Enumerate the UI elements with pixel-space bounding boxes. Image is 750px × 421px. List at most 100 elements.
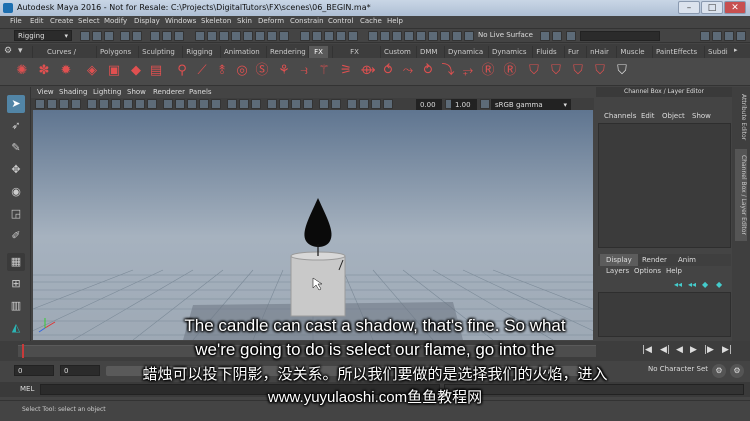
motion-blur-icon[interactable] (291, 99, 301, 109)
shelf-tab-fur[interactable]: Fur (564, 46, 582, 58)
nconstraint-icon[interactable]: ⤳ (400, 63, 416, 79)
sidebar-toggle-icon[interactable] (724, 31, 734, 41)
menu-skeleton[interactable]: Skeleton (201, 17, 231, 25)
attribute-editor-tab[interactable]: Attribute Editor (735, 93, 747, 141)
input-field-icon[interactable] (566, 31, 576, 41)
save-scene-icon[interactable] (104, 31, 114, 41)
grid-toggle-icon[interactable] (87, 99, 97, 109)
gear-icon[interactable]: ⚙ (4, 46, 14, 56)
shelf-tab-dmm[interactable]: DMM (416, 46, 440, 58)
air-field-icon[interactable]: ⚲ (174, 63, 190, 79)
fluid-emitter-icon[interactable]: ▣ (106, 63, 122, 79)
panel-menu-panels[interactable]: Panels (189, 88, 212, 96)
isolate-select-icon[interactable] (227, 99, 237, 109)
nparticle-icon[interactable]: ⟴ (360, 63, 376, 79)
depth-of-field-icon[interactable] (319, 99, 329, 109)
shelf-tab-fx[interactable]: FX (308, 46, 328, 58)
ipr-icon[interactable] (392, 31, 402, 41)
film-gate-icon[interactable] (99, 99, 109, 109)
menu-deform[interactable]: Deform (258, 17, 284, 25)
shelf-tab-polygons[interactable]: Polygons (96, 46, 132, 58)
sidebar-toggle-icon[interactable] (700, 31, 710, 41)
camera-icon[interactable] (452, 31, 462, 41)
scale-tool-icon[interactable]: ◲ (7, 205, 25, 223)
channel-box-menu-object[interactable]: Object (662, 112, 685, 120)
shelf-tab-animation[interactable]: Animation (220, 46, 262, 58)
menu-modify[interactable]: Modify (104, 17, 127, 25)
resolution-gate-icon[interactable] (111, 99, 121, 109)
exposure-icon[interactable] (383, 99, 393, 109)
layer-menu-layers[interactable]: Layers (606, 267, 629, 275)
candle-flame[interactable] (304, 198, 332, 247)
mask-icon[interactable] (195, 31, 205, 41)
render-settings-icon[interactable] (404, 31, 414, 41)
channel-box-body[interactable] (598, 123, 731, 248)
display-icon[interactable] (331, 99, 341, 109)
mask-icon[interactable] (231, 31, 241, 41)
vortex-field-icon[interactable]: ⚚ (316, 63, 332, 79)
move-layer-down-icon[interactable]: ◂◂ (688, 280, 696, 289)
frame-icon[interactable] (371, 99, 381, 109)
maximize-button[interactable]: □ (701, 1, 723, 14)
pond-icon[interactable]: ▤ (148, 63, 164, 79)
rotate-tool-icon[interactable]: ◉ (7, 183, 25, 201)
symmetry-icon[interactable] (540, 31, 550, 41)
open-scene-icon[interactable] (92, 31, 102, 41)
select-object-icon[interactable] (162, 31, 172, 41)
new-scene-icon[interactable] (80, 31, 90, 41)
menu-cache[interactable]: Cache (360, 17, 382, 25)
camera-select-icon[interactable] (35, 99, 45, 109)
menu-windows[interactable]: Windows (165, 17, 196, 25)
lights-icon[interactable] (211, 99, 221, 109)
newton-field-icon[interactable]: ◎ (234, 63, 250, 79)
hud-icon[interactable] (347, 99, 357, 109)
mask-icon[interactable] (267, 31, 277, 41)
menu-display[interactable]: Display (134, 17, 160, 25)
image-plane-icon[interactable] (71, 99, 81, 109)
redo-icon[interactable] (132, 31, 142, 41)
channel-box-menu-channels[interactable]: Channels (604, 112, 636, 120)
render-setup-icon[interactable] (428, 31, 438, 41)
snap-curve-icon[interactable] (312, 31, 322, 41)
snap-live-icon[interactable] (348, 31, 358, 41)
ncloth-icon[interactable]: ⚞ (338, 63, 354, 79)
sidebar-toggle-icon[interactable] (736, 31, 746, 41)
panel-menu-show[interactable]: Show (127, 88, 146, 96)
shelf-tab-rendering[interactable]: Rendering (266, 46, 306, 58)
drag-field-icon[interactable]: ⟋ (194, 63, 210, 79)
safe-action-icon[interactable] (147, 99, 157, 109)
snap-point-icon[interactable] (324, 31, 334, 41)
last-tool-icon[interactable]: ✐ (7, 227, 25, 245)
isolate-icon[interactable] (359, 99, 369, 109)
hypershade-icon[interactable] (416, 31, 426, 41)
nhair-icon[interactable]: ⤵ (440, 63, 456, 79)
shelf-tab-rigging[interactable]: Rigging (182, 46, 216, 58)
move-layer-up-icon[interactable]: ◂◂ (674, 280, 682, 289)
render-icon[interactable] (380, 31, 390, 41)
menu-file[interactable]: File (10, 17, 22, 25)
nucleus-icon[interactable]: ⥁ (420, 63, 436, 79)
xray-joints-icon[interactable] (251, 99, 261, 109)
mask-icon[interactable] (207, 31, 217, 41)
new-layer-icon[interactable]: ◆ (702, 280, 708, 289)
sidebar-toggle-icon[interactable] (712, 31, 722, 41)
menu-edit[interactable]: Edit (30, 17, 44, 25)
history-icon[interactable] (368, 31, 378, 41)
radial-field-icon[interactable]: Ⓢ (254, 63, 270, 79)
layer-tab-display[interactable]: Display (600, 254, 638, 266)
layer-tab-anim[interactable]: Anim (672, 254, 702, 266)
shelf-tab-subdiv[interactable]: Subdi (704, 46, 730, 58)
panel-menu-lighting[interactable]: Lighting (93, 88, 121, 96)
panel-menu-renderer[interactable]: Renderer (153, 88, 185, 96)
shelf-scroll-icon[interactable]: ▸ (734, 46, 738, 54)
bookmark-icon[interactable] (59, 99, 69, 109)
particle-emitter-icon[interactable]: ✺ (14, 63, 30, 79)
shelf-tab-muscle[interactable]: Muscle (616, 46, 648, 58)
shadows-icon[interactable] (267, 99, 277, 109)
mask-icon[interactable] (243, 31, 253, 41)
cloth-shirt-icon[interactable]: ⛉ (592, 63, 608, 79)
shelf-tab-painteffects[interactable]: PaintEffects (652, 46, 700, 58)
nrigid-icon[interactable]: ⥀ (380, 63, 396, 79)
transform-icon[interactable] (552, 31, 562, 41)
cloth-shirt-icon[interactable]: ⛉ (526, 63, 542, 79)
